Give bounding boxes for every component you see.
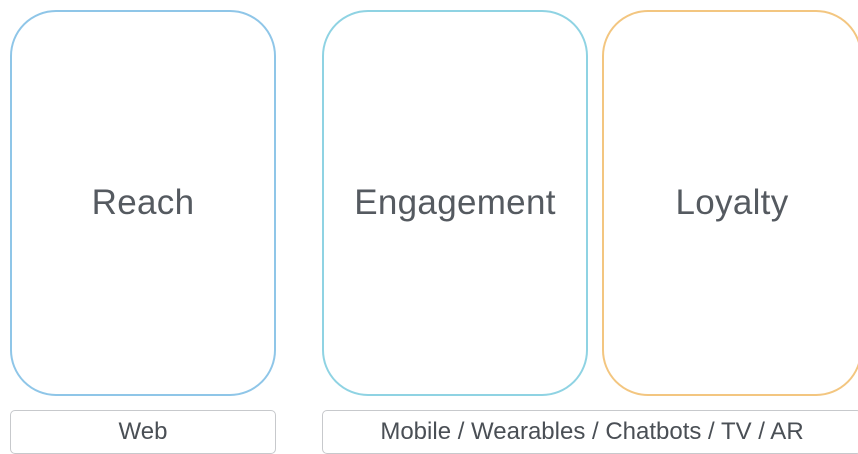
stage-label-reach: Reach [91, 183, 195, 222]
stage-label-engagement: Engagement [354, 183, 556, 222]
channel-label-mobile-wearables-chatbots-tv-ar: Mobile / Wearables / Chatbots / TV / AR [380, 418, 804, 445]
channel-label-web: Web [118, 418, 168, 445]
stage-card-reach: Reach [10, 10, 276, 396]
channel-box-mobile-wearables-chatbots-tv-ar: Mobile / Wearables / Chatbots / TV / AR [322, 410, 858, 454]
channel-box-web: Web [10, 410, 276, 454]
stage-card-engagement: Engagement [322, 10, 588, 396]
stage-card-loyalty: Loyalty [602, 10, 858, 396]
stage-label-loyalty: Loyalty [675, 183, 789, 222]
